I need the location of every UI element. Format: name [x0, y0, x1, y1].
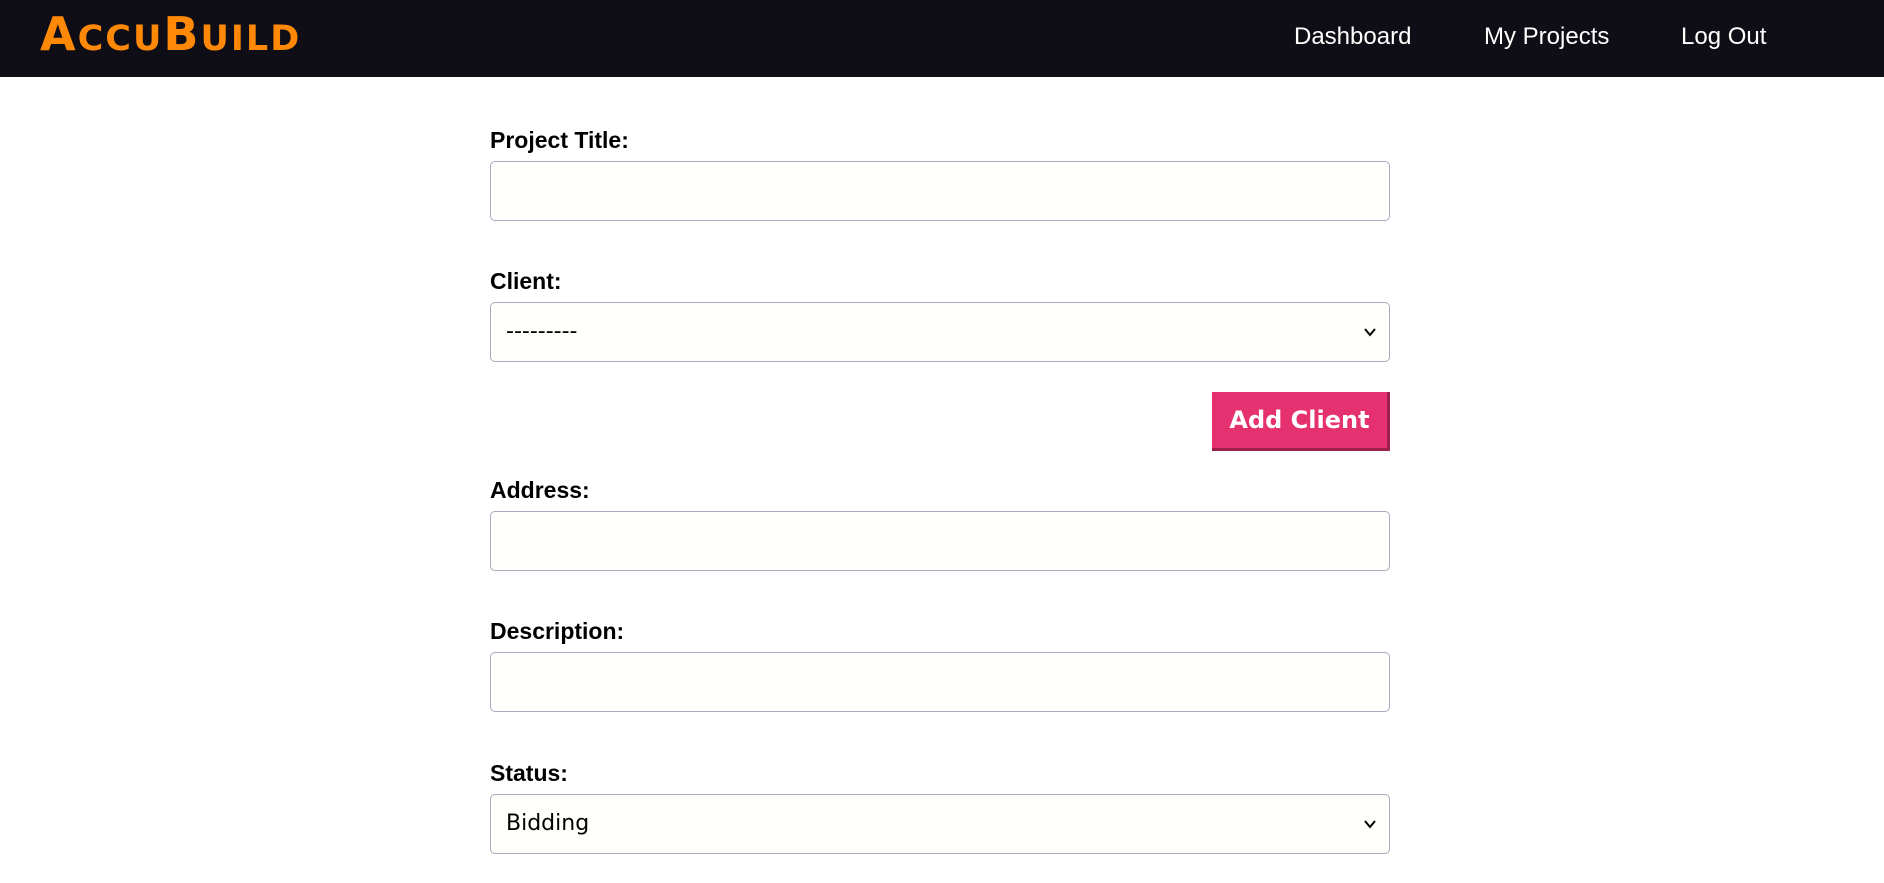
address-label: Address: — [490, 477, 590, 503]
address-input[interactable] — [490, 511, 1390, 571]
client-select[interactable]: --------- — [490, 302, 1390, 362]
add-client-button[interactable]: Add Client — [1212, 392, 1390, 451]
status-select[interactable]: Bidding — [490, 794, 1390, 854]
project-title-label: Project Title: — [490, 127, 629, 153]
client-label: Client: — [490, 268, 562, 294]
nav-log-out-link[interactable]: Log Out — [1681, 22, 1766, 51]
logo-letter-a: A — [40, 7, 78, 61]
chevron-down-icon — [1364, 820, 1376, 829]
chevron-down-icon — [1364, 328, 1376, 337]
accubuild-logo[interactable]: ACCUBUILD — [40, 11, 301, 57]
nav-my-projects-link[interactable]: My Projects — [1484, 22, 1609, 51]
description-input[interactable] — [490, 652, 1390, 712]
logo-letters-uild: UILD — [200, 19, 302, 59]
status-label: Status: — [490, 760, 568, 786]
nav-dashboard-link[interactable]: Dashboard — [1294, 22, 1411, 51]
description-label: Description: — [490, 618, 625, 644]
project-title-input[interactable] — [490, 161, 1390, 221]
top-navbar: ACCUBUILD Dashboard My Projects Log Out — [0, 0, 1884, 77]
logo-letters-ccu: CCU — [77, 19, 164, 59]
logo-letter-b: B — [163, 7, 201, 61]
client-select-value: --------- — [506, 319, 578, 344]
status-select-value: Bidding — [506, 811, 590, 836]
